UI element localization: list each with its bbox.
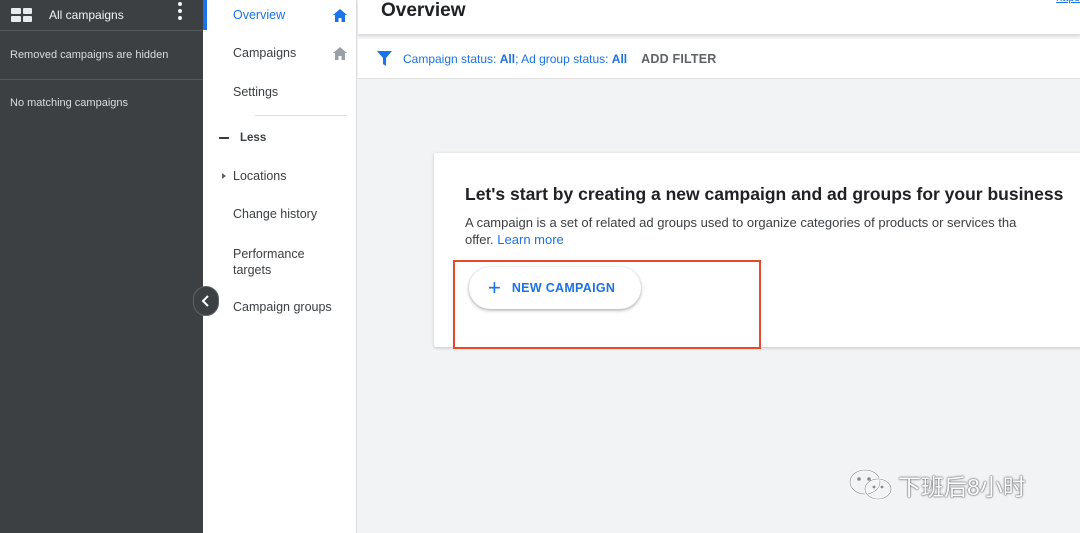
- nav-item-label: Performance targets: [233, 247, 305, 277]
- nav-item-label: Campaign groups: [233, 300, 332, 314]
- nav-item-label: Overview: [233, 8, 286, 22]
- active-indicator: [203, 0, 207, 30]
- grid-view-icon[interactable]: [11, 8, 32, 22]
- watermark-text: 下班后8小时: [898, 474, 1026, 500]
- campaign-list-panel: All campaigns Removed campaigns are hidd…: [0, 0, 203, 533]
- page-header: Overview https: [358, 0, 1080, 35]
- card-description-line2: offer.: [465, 232, 498, 247]
- nav-item-label: Settings: [233, 85, 279, 99]
- watermark: 下班后8小时: [848, 468, 1026, 502]
- top-link[interactable]: https: [1056, 0, 1080, 4]
- wechat-icon: [848, 468, 893, 501]
- nav-item-settings[interactable]: Settings: [203, 79, 357, 105]
- plus-icon: +: [488, 275, 501, 300]
- card-title: Let's start by creating a new campaign a…: [465, 184, 1064, 204]
- nav-item-overview[interactable]: Overview: [203, 0, 357, 30]
- nav-item-campaign-groups[interactable]: Campaign groups: [203, 294, 357, 320]
- home-icon: [333, 46, 347, 60]
- removed-campaigns-note: Removed campaigns are hidden: [0, 30, 203, 80]
- empty-state-card: Let's start by creating a new campaign a…: [434, 153, 1080, 349]
- main-content: Overview https Campaign status: All; Ad …: [358, 0, 1080, 533]
- nav-divider: [255, 115, 347, 116]
- home-icon: [333, 8, 347, 22]
- filter-bar: Campaign status: All; Ad group status: A…: [358, 39, 1080, 79]
- ad-group-status-value: All: [611, 51, 628, 66]
- nav-item-change-history[interactable]: Change history: [203, 201, 357, 227]
- campaign-list-header: All campaigns: [0, 0, 203, 30]
- active-filters[interactable]: Campaign status: All; Ad group status: A…: [403, 52, 627, 66]
- nav-item-campaigns[interactable]: Campaigns: [203, 40, 357, 66]
- nav-item-label: Locations: [233, 169, 287, 183]
- page-menu: Overview Campaigns Settings Less Locatio…: [203, 0, 357, 533]
- nav-item-label: Change history: [233, 207, 318, 221]
- new-campaign-button[interactable]: + NEW CAMPAIGN: [469, 267, 641, 309]
- page-title: Overview: [381, 0, 466, 21]
- chevron-left-icon: [201, 295, 209, 307]
- expand-arrow-icon: [222, 173, 226, 179]
- add-filter-button[interactable]: ADD FILTER: [641, 52, 716, 66]
- new-campaign-label: NEW CAMPAIGN: [511, 281, 616, 295]
- card-description: A campaign is a set of related ad groups…: [465, 214, 1080, 248]
- minus-icon: [219, 137, 229, 139]
- nav-item-label: Less: [240, 132, 267, 144]
- learn-more-link[interactable]: Learn more: [497, 232, 563, 247]
- campaign-status-value: All: [499, 51, 516, 66]
- card-description-line1: A campaign is a set of related ad groups…: [465, 215, 1017, 230]
- ad-group-status-label: ; Ad group status:: [515, 51, 612, 66]
- nav-item-performance-targets[interactable]: Performance targets: [203, 244, 357, 280]
- no-matching-campaigns-note: No matching campaigns: [10, 97, 129, 109]
- more-options-icon[interactable]: [177, 2, 183, 20]
- campaign-status-label: Campaign status:: [403, 51, 500, 66]
- nav-less-toggle[interactable]: Less: [203, 125, 357, 151]
- nav-item-locations[interactable]: Locations: [203, 163, 357, 189]
- nav-item-label: Campaigns: [233, 46, 297, 60]
- filter-icon[interactable]: [377, 51, 392, 66]
- campaign-list-title[interactable]: All campaigns: [49, 8, 124, 22]
- collapse-panel-button[interactable]: [193, 286, 219, 316]
